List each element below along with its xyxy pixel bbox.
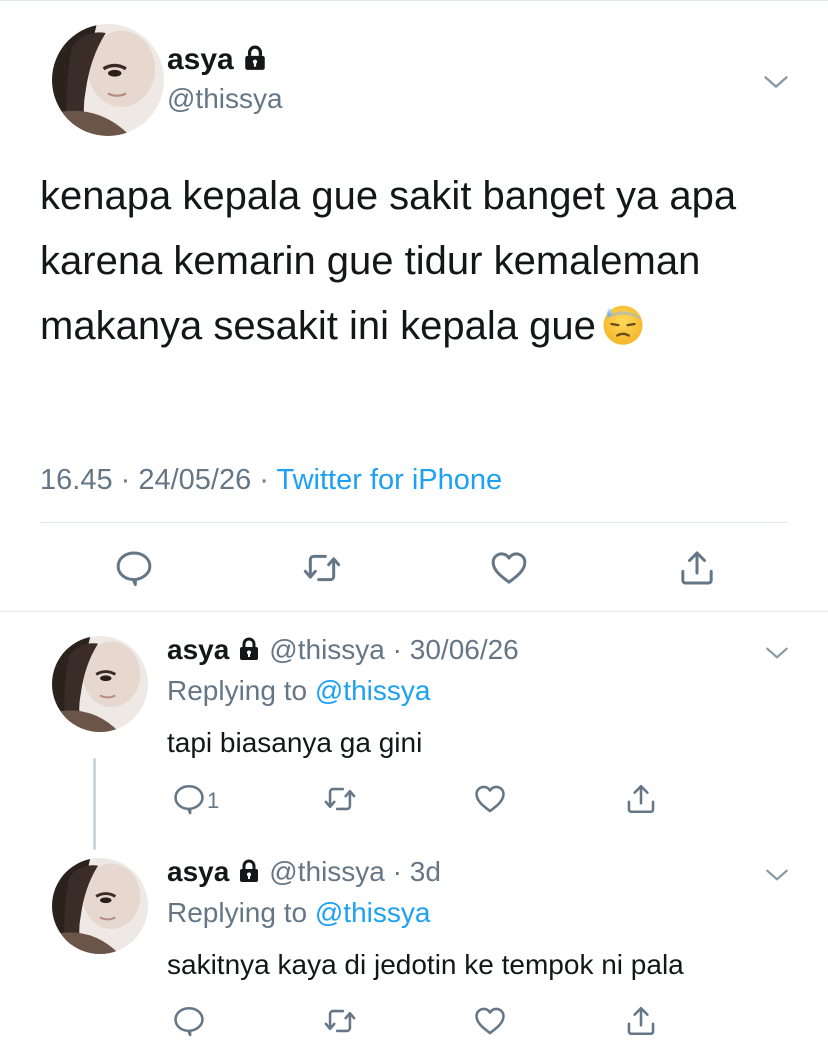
author-handle[interactable]: @thissya (269, 634, 385, 665)
mention-link[interactable]: @thissya (315, 675, 431, 706)
tweet-source-link[interactable]: Twitter for iPhone (277, 464, 503, 496)
downcast-face-with-sweat-icon (603, 306, 643, 346)
avatar[interactable] (52, 858, 148, 954)
avatar[interactable] (52, 636, 148, 732)
retweet-icon[interactable] (323, 782, 357, 816)
replying-to: Replying to @thissya (167, 896, 430, 930)
reply-icon[interactable] (172, 782, 206, 816)
reply-time: 30/06/26 (409, 634, 519, 665)
share-icon[interactable] (624, 782, 658, 816)
like-icon[interactable] (489, 548, 529, 588)
author-name[interactable]: asya (167, 42, 268, 78)
replying-to-label: Replying to (167, 897, 315, 928)
mention-link[interactable]: @thissya (315, 897, 431, 928)
divider (40, 522, 788, 523)
author-name[interactable]: asya (167, 634, 229, 665)
retweet-icon[interactable] (302, 548, 342, 588)
reply-time: 3d (409, 856, 441, 887)
separator: · (384, 856, 410, 887)
separator: · (384, 634, 410, 665)
share-icon[interactable] (677, 548, 717, 588)
author-handle[interactable]: @thissya (269, 856, 385, 887)
chevron-down-icon[interactable] (764, 862, 790, 888)
retweet-icon[interactable] (323, 1004, 357, 1038)
lock-icon (237, 637, 261, 661)
author-handle[interactable]: @thissya (167, 82, 283, 116)
author-name[interactable]: asya (167, 856, 229, 887)
reply-text: tapi biasanya ga gini (167, 727, 423, 758)
lock-icon (242, 45, 268, 71)
replying-to: Replying to @thissya (167, 674, 430, 708)
reply-text: sakitnya kaya di jedotin ke tempok ni pa… (167, 949, 684, 980)
author-name-text: asya (167, 43, 234, 76)
divider (0, 611, 828, 612)
like-icon[interactable] (473, 1004, 507, 1038)
top-divider (0, 0, 828, 1)
separator: · (251, 464, 277, 496)
tweet-time: 16.45 (40, 464, 113, 496)
share-icon[interactable] (624, 1004, 658, 1038)
chevron-down-icon[interactable] (764, 640, 790, 666)
chevron-down-icon[interactable] (762, 68, 790, 96)
tweet-text: kenapa kepala gue sakit banget ya apa ka… (40, 164, 800, 359)
separator: · (112, 464, 139, 496)
avatar[interactable] (52, 24, 164, 136)
reply-icon[interactable] (172, 1004, 206, 1038)
thread-line (93, 758, 96, 850)
lock-icon (237, 859, 261, 883)
replying-to-label: Replying to (167, 675, 315, 706)
like-icon[interactable] (473, 782, 507, 816)
tweet-meta: 16.45 · 24/05/26 · Twitter for iPhone (40, 460, 502, 500)
reply-icon[interactable] (114, 548, 154, 588)
reply-header: asya @thissya · 3d (167, 854, 441, 890)
tweet-date: 24/05/26 (138, 464, 252, 496)
reply-count: 1 (207, 788, 220, 813)
reply-header: asya @thissya · 30/06/26 (167, 632, 519, 668)
